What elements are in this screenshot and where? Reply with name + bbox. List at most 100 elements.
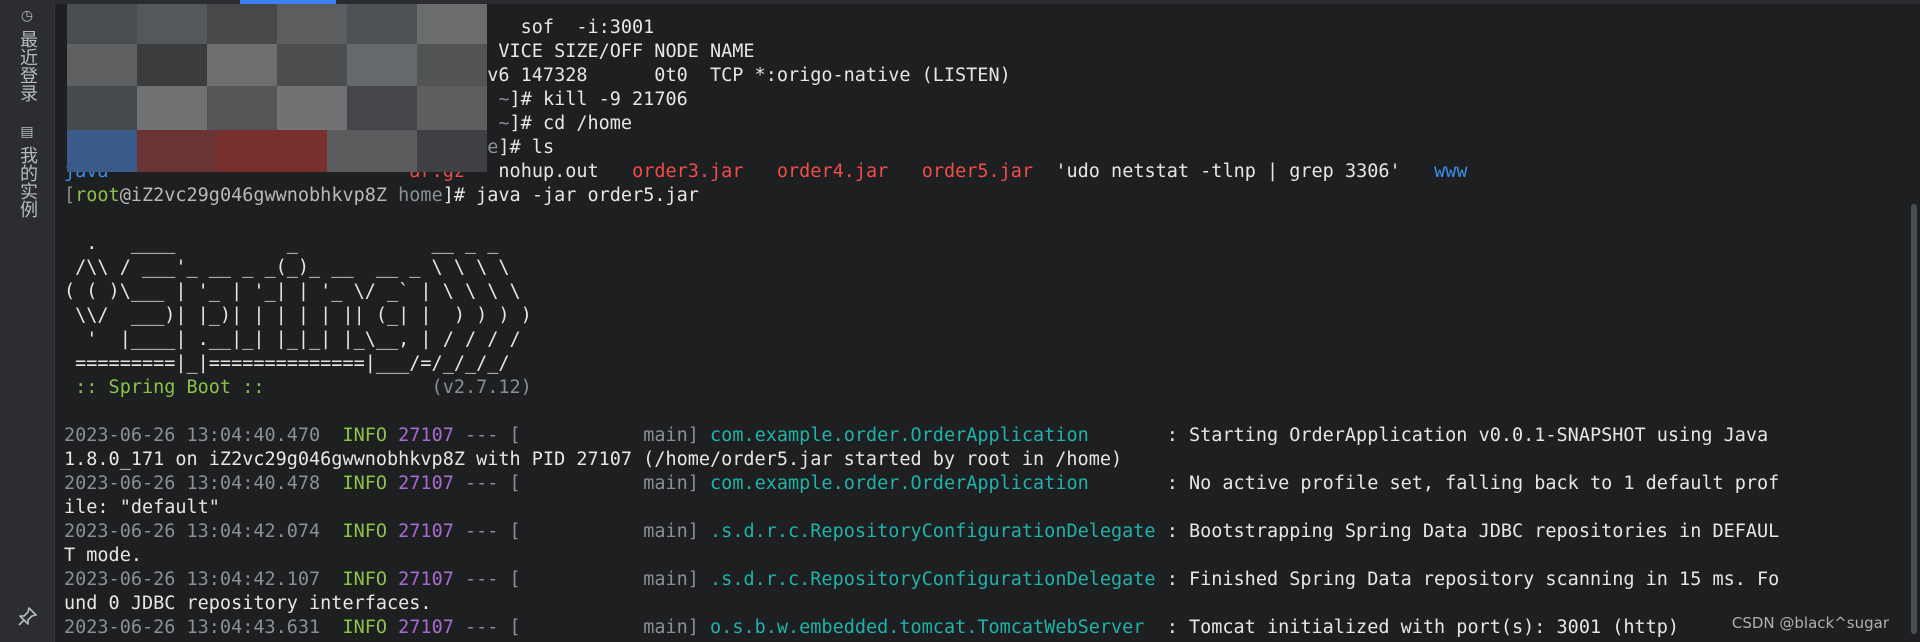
terminal-text-segment: --- [ main] [453, 569, 711, 590]
terminal-text-segment: ar.gz [409, 161, 465, 182]
terminal-text-segment: 27107 [398, 473, 454, 494]
terminal-text-segment: www [1434, 161, 1468, 182]
terminal-text-segment: ]# kill -9 21706 [509, 89, 688, 110]
terminal-line: ome]# ls [64, 136, 1779, 160]
terminal-text-segment: INFO [320, 521, 399, 542]
terminal-text-segment: 2023-06-26 13:04:43.631 [64, 617, 321, 638]
terminal-text-segment: order3.jar [632, 161, 744, 182]
terminal-text-segment: \\/ ___)| |_)| | | | | || (_| | ) ) ) ) [64, 305, 532, 326]
terminal-text-segment: ' |____| .__|_| |_|_| |_\__, | / / / / [64, 329, 521, 350]
terminal-text-segment: --- [ main] [453, 473, 711, 494]
terminal-line: 2023-06-26 13:04:42.074 INFO 27107 --- [… [64, 520, 1779, 544]
terminal-text-segment: --- [ main] [453, 617, 711, 638]
terminal-text-segment: ]# java -jar order5.jar [442, 185, 699, 206]
terminal-text-segment: Pv6 147328 0t0 TCP *:origo-native (LISTE… [64, 65, 1011, 86]
terminal-line: . ____ _ __ _ _ [64, 232, 1779, 256]
terminal-text-segment: : Bootstrapping Spring Data JDBC reposit… [1155, 521, 1780, 542]
terminal-text-segment: ( ( )\___ | '_ | '_| | '_ \/ _` | \ \ \ … [64, 281, 521, 302]
terminal-text-segment: .s.d.r.c.RepositoryConfigurationDelegate [710, 569, 1156, 590]
terminal-line: =========|_|==============|___/=/_/_/_/ [64, 352, 1779, 376]
terminal-text-segment: INFO [320, 617, 399, 638]
terminal-line: 2023-06-26 13:04:43.631 INFO 27107 --- [… [64, 616, 1779, 640]
terminal-text-segment: order5.jar [921, 161, 1034, 182]
terminal-line: /\\ / ___'_ __ _ _(_)_ __ __ _ \ \ \ \ [64, 256, 1779, 280]
terminal-text-segment: .s.d.r.c.RepositoryConfigurationDelegate [710, 521, 1156, 542]
terminal-text-segment: com.example.order.OrderApplication [710, 473, 1156, 494]
terminal-line: ~]# cd /home [64, 112, 1779, 136]
terminal-text-segment: ~ [498, 89, 510, 110]
terminal-line: ' |____| .__|_| |_|_| |_\__, | / / / / [64, 328, 1779, 352]
terminal-text-segment: 2023-06-26 13:04:42.107 [64, 569, 321, 590]
terminal-text-segment: 1.8.0_171 on iZ2vc29g046gwwnobhkvp8Z wit… [64, 449, 1123, 470]
terminal-text-segment: root [75, 185, 120, 206]
terminal-line: 2023-06-26 13:04:42.107 INFO 27107 --- [… [64, 568, 1779, 592]
terminal-line: ile: "default" [64, 496, 1779, 520]
terminal-line: 2023-06-26 13:04:40.478 INFO 27107 --- [… [64, 472, 1779, 496]
terminal-text-segment: 27107 [398, 521, 454, 542]
terminal-line: Z ~]# kill -9 21706 [64, 88, 1779, 112]
terminal-text-segment: ]# ls [498, 137, 555, 158]
terminal-text-segment: ile: "default" [64, 497, 220, 518]
terminal-text-segment: 2023-06-26 13:04:42.074 [64, 521, 321, 542]
terminal-text-segment: home [398, 185, 443, 206]
vertical-scrollbar[interactable] [1911, 204, 1917, 634]
terminal-text-segment: : Starting OrderApplication v0.0.1-SNAPS… [1155, 425, 1769, 446]
terminal-text-segment: com.example.order.OrderApplication [710, 425, 1156, 446]
terminal-output[interactable]: sof -i:3001 VICE SIZE/OFF NODE NAME Pv6 … [64, 16, 1779, 640]
terminal-text-segment: =========|_|==============|___/=/_/_/_/ [64, 353, 510, 374]
terminal-text-segment: VICE SIZE/OFF NODE NAME [64, 41, 755, 62]
sidebar-tab-recent-logins[interactable]: ◷ 最近登录 [14, 8, 40, 102]
terminal-text-segment: o.s.b.w.embedded.tomcat.TomcatWebServer [710, 617, 1156, 638]
pin-icon[interactable] [16, 606, 38, 628]
terminal-text-segment: Z [64, 89, 499, 110]
terminal-line: und 0 JDBC repository interfaces. [64, 592, 1779, 616]
terminal-text-segment: INFO [320, 425, 399, 446]
terminal-text-segment: : Finished Spring Data repository scanni… [1155, 569, 1780, 590]
terminal-text-segment: ome [464, 137, 499, 158]
terminal-line: ( ( )\___ | '_ | '_| | '_ \/ _` | \ \ \ … [64, 280, 1779, 304]
terminal-text-segment: 27107 [398, 569, 454, 590]
sidebar-tab-my-instances[interactable]: ▤ 我的实例 [14, 124, 40, 218]
terminal-text-segment: 27107 [398, 617, 454, 638]
terminal-text-segment: --- [ main] [453, 521, 711, 542]
terminal-text-segment: order4.jar [776, 161, 889, 182]
sidebar: ◷ 最近登录 ▤ 我的实例 [0, 0, 54, 642]
terminal-text-segment: ]# cd /home [509, 113, 633, 134]
terminal-text-segment: INFO [320, 473, 399, 494]
terminal-text-segment: :: Spring Boot :: [64, 377, 265, 398]
terminal-text-segment: 'udo netstat -tlnp | grep 3306' [1033, 161, 1435, 182]
terminal-text-segment: . ____ _ __ _ _ [64, 233, 499, 254]
terminal-text-segment: ~ [498, 113, 510, 134]
watermark: CSDN @black^sugar [1731, 614, 1889, 632]
terminal-line: Pv6 147328 0t0 TCP *:origo-native (LISTE… [64, 64, 1779, 88]
terminal-text-segment: und 0 JDBC repository interfaces. [64, 593, 432, 614]
terminal-line: 2023-06-26 13:04:40.470 INFO 27107 --- [… [64, 424, 1779, 448]
terminal-text-segment: java [64, 161, 109, 182]
terminal-text-segment: (v2.7.12) [264, 377, 532, 398]
sidebar-tab-label: 我的实例 [17, 146, 38, 218]
sidebar-tab-label: 最近登录 [17, 30, 38, 102]
terminal-line: VICE SIZE/OFF NODE NAME [64, 40, 1779, 64]
terminal-line: \\/ ___)| |_)| | | | | || (_| | ) ) ) ) [64, 304, 1779, 328]
terminal-line: [root@iZ2vc29g046gwwnobhkvp8Z home]# jav… [64, 184, 1779, 208]
terminal-line: sof -i:3001 [64, 16, 1779, 40]
terminal-text-segment: : Tomcat initialized with port(s): 3001 … [1155, 617, 1680, 638]
terminal-text-segment: /\\ / ___'_ __ _ _(_)_ __ __ _ \ \ \ \ [64, 257, 510, 278]
terminal-line: java ar.gz nohup.out order3.jar order4.j… [64, 160, 1779, 184]
terminal-text-segment: 2023-06-26 13:04:40.470 [64, 425, 321, 446]
terminal-text-segment: INFO [320, 569, 399, 590]
terminal-text-segment: [ [64, 185, 76, 206]
server-icon: ▤ [19, 124, 35, 140]
terminal-text-segment: sof -i:3001 [64, 17, 655, 38]
terminal-line: T mode. [64, 544, 1779, 568]
terminal-text-segment: --- [ main] [453, 425, 711, 446]
terminal-text-segment: 2023-06-26 13:04:40.478 [64, 473, 321, 494]
terminal-panel[interactable]: sof -i:3001 VICE SIZE/OFF NODE NAME Pv6 … [54, 4, 1920, 642]
terminal-text-segment: nohup.out [465, 161, 633, 182]
